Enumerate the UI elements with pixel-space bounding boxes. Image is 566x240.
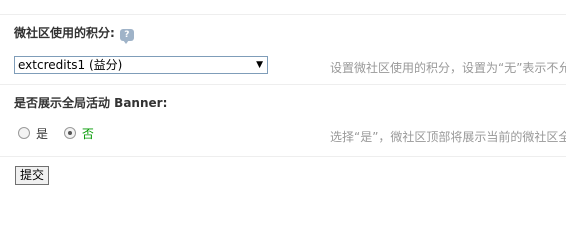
radio-yes-label[interactable]: 是 [36, 127, 48, 141]
radio-no-icon[interactable] [63, 126, 76, 139]
credits-setting-tip: 设置微社区使用的积分，设置为“无”表示不允 [330, 61, 566, 75]
banner-option-no[interactable]: 否 [63, 126, 94, 141]
banner-option-yes[interactable]: 是 [18, 126, 48, 141]
help-icon[interactable]: ? [119, 29, 134, 44]
credits-setting-label-text: 微社区使用的积分: [14, 26, 115, 40]
banner-setting-tip: 选择“是”，微社区顶部将展示当前的微社区全 [330, 130, 566, 144]
row-divider-top [0, 14, 566, 15]
credits-select[interactable]: extcredits1 (益分) ▼ [14, 56, 268, 74]
radio-yes-icon[interactable] [18, 126, 30, 139]
row-divider-middle [0, 84, 566, 85]
radio-no-label[interactable]: 否 [82, 127, 94, 141]
dropdown-arrow-icon: ▼ [256, 60, 263, 70]
credits-select-value: extcredits1 (益分) [18, 58, 123, 72]
credits-setting-label: 微社区使用的积分:? [14, 25, 134, 44]
banner-setting-label: 是否展示全局活动 Banner: [14, 96, 168, 110]
row-divider-bottom [0, 156, 566, 157]
submit-button[interactable]: 提交 [15, 166, 50, 185]
banner-radio-group: 是 否 [18, 126, 106, 141]
